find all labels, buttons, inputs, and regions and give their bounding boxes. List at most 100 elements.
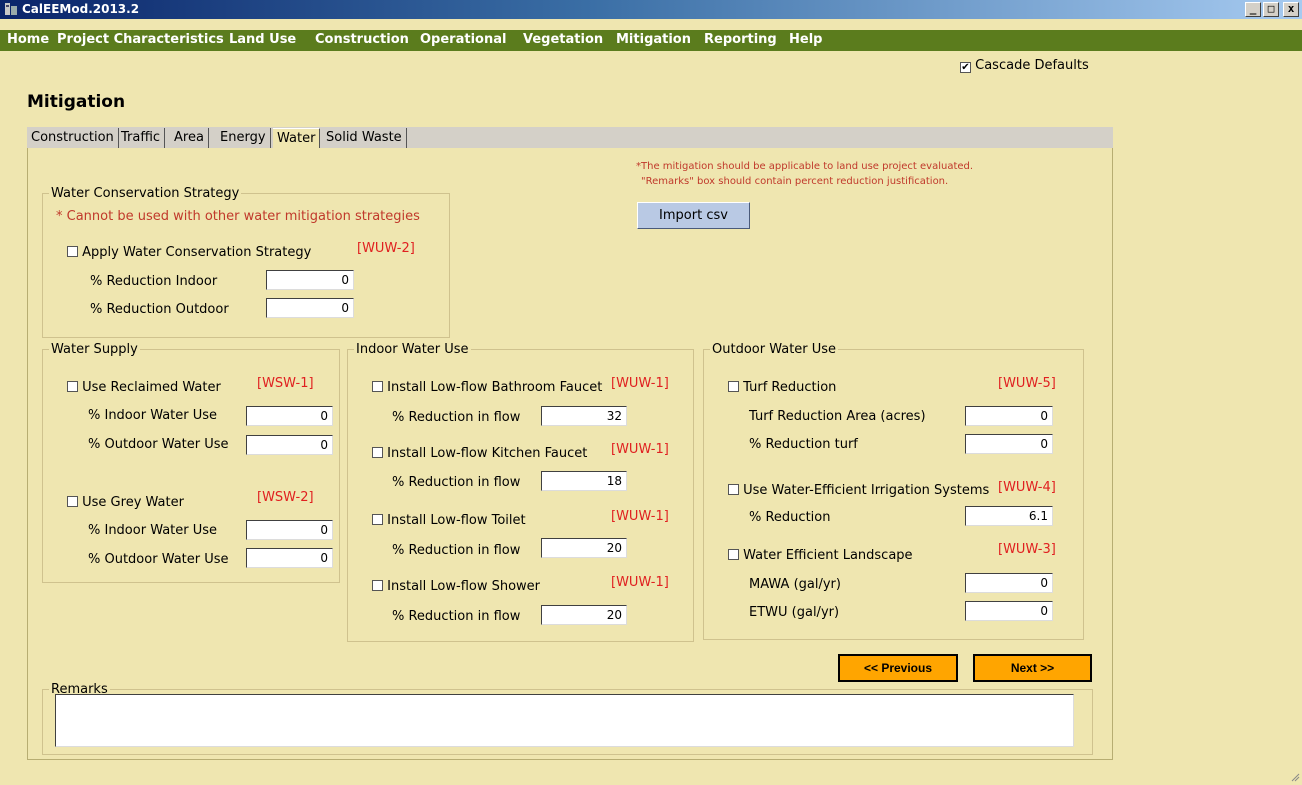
apply-conservation-option[interactable]: Apply Water Conservation Strategy <box>67 245 311 260</box>
turf-pct-input[interactable]: 0 <box>965 434 1053 454</box>
irrigation-pct-input[interactable]: 6.1 <box>965 506 1053 526</box>
bathroom-faucet-code: [WUW-1] <box>611 376 669 391</box>
bathroom-faucet-label: Install Low-flow Bathroom Faucet <box>387 380 603 395</box>
tab-strip: Construction Traffic Area Energy Water S… <box>27 127 1113 148</box>
cascade-defaults[interactable]: ✔ Cascade Defaults <box>960 58 1089 73</box>
apply-conservation-checkbox[interactable] <box>67 246 78 257</box>
resize-grip-icon[interactable] <box>1290 772 1300 782</box>
grey-indoor-input[interactable]: 0 <box>246 520 333 540</box>
mawa-label: MAWA (gal/yr) <box>749 577 841 592</box>
shower-flow-label: % Reduction in flow <box>392 609 521 624</box>
reclaimed-water-label: Use Reclaimed Water <box>82 380 221 395</box>
app-icon <box>4 2 18 16</box>
shower-checkbox[interactable] <box>372 580 383 591</box>
shower-flow-input[interactable]: 20 <box>541 605 627 625</box>
reduction-outdoor-label: % Reduction Outdoor <box>90 302 229 317</box>
reclaimed-indoor-input[interactable]: 0 <box>246 406 333 426</box>
cascade-defaults-label: Cascade Defaults <box>975 58 1089 73</box>
grey-indoor-label: % Indoor Water Use <box>88 523 218 538</box>
bathroom-faucet-checkbox[interactable] <box>372 381 383 392</box>
toilet-flow-label: % Reduction in flow <box>392 543 521 558</box>
turf-reduction-option[interactable]: Turf Reduction <box>728 380 836 395</box>
reclaimed-water-option[interactable]: Use Reclaimed Water <box>67 380 221 395</box>
toilet-option[interactable]: Install Low-flow Toilet <box>372 513 526 528</box>
page-title: Mitigation <box>27 92 126 112</box>
menu-mitigation[interactable]: Mitigation <box>616 32 691 47</box>
minimize-button[interactable]: _ <box>1245 2 1261 17</box>
conservation-warning: * Cannot be used with other water mitiga… <box>56 209 420 224</box>
maximize-button[interactable]: □ <box>1263 2 1279 17</box>
menu-help[interactable]: Help <box>789 32 822 47</box>
reclaimed-outdoor-input[interactable]: 0 <box>246 435 333 455</box>
toilet-label: Install Low-flow Toilet <box>387 513 526 528</box>
toilet-code: [WUW-1] <box>611 509 669 524</box>
grey-outdoor-label: % Outdoor Water Use <box>88 552 229 567</box>
water-supply-legend: Water Supply <box>51 342 138 357</box>
grey-water-checkbox[interactable] <box>67 496 78 507</box>
toilet-checkbox[interactable] <box>372 514 383 525</box>
landscape-code: [WUW-3] <box>998 542 1056 557</box>
previous-button[interactable]: << Previous <box>838 654 958 682</box>
turf-reduction-checkbox[interactable] <box>728 381 739 392</box>
grey-water-label: Use Grey Water <box>82 495 184 510</box>
mawa-input[interactable]: 0 <box>965 573 1053 593</box>
menu-vegetation[interactable]: Vegetation <box>523 32 603 47</box>
remarks-textarea[interactable] <box>55 694 1074 747</box>
cascade-defaults-checkbox[interactable]: ✔ <box>960 62 971 73</box>
apply-conservation-label: Apply Water Conservation Strategy <box>82 245 312 260</box>
grey-outdoor-input[interactable]: 0 <box>246 548 333 568</box>
tab-area[interactable]: Area <box>170 128 209 148</box>
kitchen-faucet-checkbox[interactable] <box>372 447 383 458</box>
bathroom-flow-label: % Reduction in flow <box>392 410 521 425</box>
menu-bar: Home Project Characteristics Land Use Co… <box>0 30 1302 51</box>
bathroom-flow-input[interactable]: 32 <box>541 406 627 426</box>
reduction-outdoor-input[interactable]: 0 <box>266 298 354 318</box>
kitchen-faucet-option[interactable]: Install Low-flow Kitchen Faucet <box>372 446 587 461</box>
menu-operational[interactable]: Operational <box>420 32 506 47</box>
tab-traffic[interactable]: Traffic <box>117 128 166 148</box>
reduction-indoor-input[interactable]: 0 <box>266 270 354 290</box>
shower-label: Install Low-flow Shower <box>387 579 541 594</box>
water-conservation-legend: Water Conservation Strategy <box>51 186 240 201</box>
menu-land-use[interactable]: Land Use <box>229 32 296 47</box>
kitchen-flow-label: % Reduction in flow <box>392 475 521 490</box>
irrigation-code: [WUW-4] <box>998 480 1056 495</box>
menu-project-characteristics[interactable]: Project Characteristics <box>57 32 224 47</box>
tab-solid-waste[interactable]: Solid Waste <box>322 128 407 148</box>
irrigation-option[interactable]: Use Water-Efficient Irrigation Systems <box>728 483 989 498</box>
menu-home[interactable]: Home <box>7 32 49 47</box>
menu-construction[interactable]: Construction <box>315 32 409 47</box>
landscape-checkbox[interactable] <box>728 549 739 560</box>
landscape-option[interactable]: Water Efficient Landscape <box>728 548 913 563</box>
toilet-flow-input[interactable]: 20 <box>541 538 627 558</box>
title-bar: CalEEMod.2013.2 _ □ x <box>0 0 1302 19</box>
reclaimed-water-code: [WSW-1] <box>257 376 314 391</box>
shower-code: [WUW-1] <box>611 575 669 590</box>
irrigation-pct-label: % Reduction <box>749 510 831 525</box>
grey-water-option[interactable]: Use Grey Water <box>67 495 184 510</box>
window-title: CalEEMod.2013.2 <box>22 2 140 16</box>
shower-option[interactable]: Install Low-flow Shower <box>372 579 540 594</box>
next-button[interactable]: Next >> <box>973 654 1092 682</box>
note-line-1: *The mitigation should be applicable to … <box>636 161 974 172</box>
etwu-input[interactable]: 0 <box>965 601 1053 621</box>
tab-energy[interactable]: Energy <box>216 128 271 148</box>
note-line-2: "Remarks" box should contain percent red… <box>641 176 949 187</box>
irrigation-checkbox[interactable] <box>728 484 739 495</box>
import-csv-button[interactable]: Import csv <box>637 202 750 229</box>
conservation-code: [WUW-2] <box>357 241 415 256</box>
reclaimed-water-checkbox[interactable] <box>67 381 78 392</box>
kitchen-flow-input[interactable]: 18 <box>541 471 627 491</box>
tab-water[interactable]: Water <box>273 128 321 148</box>
menu-reporting[interactable]: Reporting <box>704 32 777 47</box>
turf-pct-label: % Reduction turf <box>749 437 858 452</box>
bathroom-faucet-option[interactable]: Install Low-flow Bathroom Faucet <box>372 380 602 395</box>
turf-area-input[interactable]: 0 <box>965 406 1053 426</box>
close-button[interactable]: x <box>1283 2 1299 17</box>
reclaimed-indoor-label: % Indoor Water Use <box>88 408 218 423</box>
turf-reduction-code: [WUW-5] <box>998 376 1056 391</box>
indoor-water-use-legend: Indoor Water Use <box>356 342 469 357</box>
tab-construction[interactable]: Construction <box>27 128 119 148</box>
outdoor-water-use-legend: Outdoor Water Use <box>712 342 837 357</box>
grey-water-code: [WSW-2] <box>257 490 314 505</box>
